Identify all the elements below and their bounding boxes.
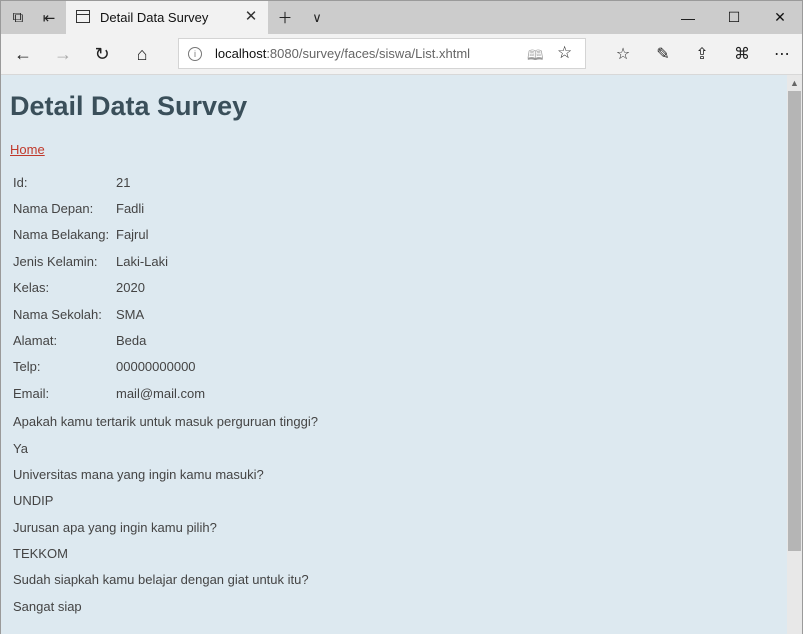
table-row: Telp: 00000000000 (10, 354, 208, 380)
back-icon[interactable]: ← (3, 34, 43, 74)
close-tab-icon[interactable]: ✕ (242, 8, 260, 26)
home-icon[interactable]: ⌂ (122, 34, 162, 74)
survey-answer: UNDIP (13, 493, 54, 508)
survey-answer: TEKKOM (13, 546, 68, 561)
home-link[interactable]: Home (10, 142, 45, 157)
refresh-icon[interactable]: ↻ (82, 34, 122, 74)
survey-question: Sudah siapkah kamu belajar dengan giat u… (13, 572, 309, 587)
field-value: Fadli (116, 201, 145, 217)
navigation-bar: ← → ↻ ⌂ i localhost:8080/survey/faces/si… (1, 34, 802, 75)
field-value: 2020 (116, 280, 145, 296)
survey-question: Universitas mana yang ingin kamu masuki? (13, 467, 264, 482)
survey-question: Apakah kamu tertarik untuk masuk perguru… (13, 414, 318, 429)
pen-icon[interactable]: ✎ (643, 34, 683, 74)
survey-answer: Ya (13, 441, 28, 456)
address-bar[interactable]: i localhost:8080/survey/faces/siswa/List… (178, 38, 586, 69)
field-label: Telp: (13, 359, 41, 375)
maximize-icon[interactable]: ☐ (711, 1, 757, 34)
field-value: 00000000000 (116, 359, 196, 375)
tab-detail-data-survey[interactable]: Detail Data Survey ✕ (66, 1, 268, 34)
info-icon[interactable]: i (188, 47, 202, 61)
field-value: Laki-Laki (116, 253, 169, 269)
table-row: Kelas: 2020 (10, 275, 208, 301)
table-row: Jenis Kelamin: Laki-Laki (10, 248, 208, 274)
page-viewport: Detail Data Survey Home Id: 21 Nama Depan… (1, 75, 787, 634)
field-label: Nama Belakang: (13, 227, 110, 243)
field-label: Jenis Kelamin: (13, 253, 98, 269)
table-row: Nama Sekolah: SMA (10, 301, 208, 327)
field-label: Nama Sekolah: (13, 306, 102, 322)
field-value: Beda (116, 333, 147, 349)
more-icon[interactable]: ⋯ (762, 34, 802, 74)
detail-table: Id: 21 Nama Depan: Fadli Nama Belakang: Faj… (10, 169, 208, 407)
table-row: Id: 21 (10, 169, 208, 195)
field-label: Nama Depan: (13, 201, 94, 217)
tab-preview-chevron-icon[interactable]: ∨ (301, 1, 333, 34)
extensions-icon[interactable]: ⌘ (722, 34, 762, 74)
field-label: Alamat: (13, 333, 58, 349)
new-tab-icon[interactable]: ＋ (269, 1, 301, 34)
field-label: Email: (13, 385, 50, 401)
table-row: Nama Depan: Fadli (10, 195, 208, 221)
tab-bar: ⧉ ⇤ Detail Data Survey ✕ ＋ ∨ — ☐ ✕ (1, 1, 802, 34)
favorites-list-icon[interactable]: ☆ (603, 34, 643, 74)
field-value: 21 (116, 174, 131, 190)
survey-answer: Sangat siap (13, 599, 82, 614)
forward-icon[interactable]: → (43, 34, 83, 74)
page-icon (76, 10, 90, 23)
field-label: Kelas: (13, 280, 50, 296)
field-value: SMA (116, 306, 145, 322)
scrollbar-thumb[interactable] (788, 91, 801, 551)
tab-title: Detail Data Survey (100, 10, 209, 25)
set-tabs-aside-icon[interactable]: ⇤ (33, 1, 65, 34)
minimize-icon[interactable]: — (665, 1, 711, 34)
url-text[interactable]: localhost:8080/survey/faces/siswa/List.x… (215, 46, 470, 61)
table-row: Nama Belakang: Fajrul (10, 222, 208, 248)
vertical-scrollbar[interactable]: ▲ (787, 75, 802, 634)
table-row: Email: mail@mail.com (10, 380, 208, 406)
survey-question: Jurusan apa yang ingin kamu pilih? (13, 520, 217, 535)
field-value: Fajrul (116, 227, 149, 243)
field-value: mail@mail.com (116, 385, 206, 401)
favorite-star-icon[interactable]: ☆ (557, 43, 572, 63)
share-icon[interactable]: ⇪ (682, 34, 722, 74)
page-title: Detail Data Survey (10, 91, 248, 121)
tab-actions-icon[interactable]: ⧉ (2, 1, 34, 34)
scroll-up-icon[interactable]: ▲ (787, 75, 802, 91)
browser-window: ⧉ ⇤ Detail Data Survey ✕ ＋ ∨ — ☐ ✕ ← → ↻… (0, 0, 803, 634)
close-window-icon[interactable]: ✕ (757, 1, 803, 34)
field-label: Id: (13, 174, 28, 190)
reading-view-icon[interactable]: 🕮 (527, 45, 544, 69)
table-row: Alamat: Beda (10, 327, 208, 353)
